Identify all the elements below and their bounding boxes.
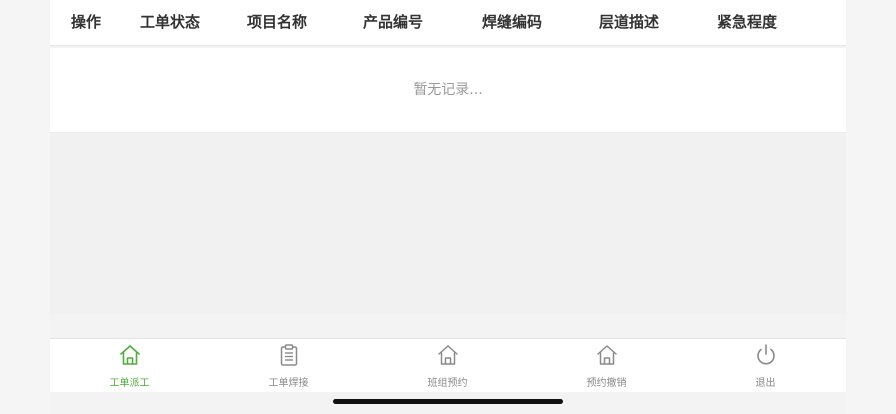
- empty-state-panel: 暂无记录...: [50, 48, 846, 133]
- home-icon: [437, 345, 458, 365]
- column-header-urgency[interactable]: 紧急程度: [717, 0, 777, 45]
- column-header-actions[interactable]: 操作: [71, 0, 101, 45]
- home-icon: [596, 345, 617, 365]
- column-header-project-name[interactable]: 项目名称: [247, 0, 307, 45]
- home-indicator[interactable]: [333, 399, 563, 404]
- tab-cancel-booking[interactable]: 预约撤销: [527, 339, 686, 392]
- column-header-layer-description[interactable]: 层道描述: [599, 0, 659, 45]
- tab-team-booking[interactable]: 班组预约: [368, 339, 527, 392]
- tab-label: 预约撤销: [586, 378, 627, 389]
- tab-label: 工单焊接: [268, 378, 309, 389]
- tab-work-order-dispatch[interactable]: 工单派工: [50, 339, 209, 392]
- page: 操作 工单状态 项目名称 产品编号 焊缝编码 层道描述 紧急程度 暂无记录...…: [50, 0, 846, 414]
- column-header-status[interactable]: 工单状态: [140, 0, 200, 45]
- power-icon: [756, 344, 775, 365]
- column-header-product-number[interactable]: 产品编号: [363, 0, 423, 45]
- tab-logout[interactable]: 退出: [686, 339, 845, 392]
- bottom-tab-bar: 工单派工 工单焊接 班组预约 预约撤销 退出: [50, 338, 846, 392]
- empty-state-text: 暂无记录...: [413, 82, 483, 98]
- tab-label: 班组预约: [427, 378, 468, 389]
- content-area: [50, 133, 846, 313]
- tab-label: 工单派工: [109, 378, 150, 389]
- clipboard-icon: [280, 344, 297, 366]
- tab-work-order-welding[interactable]: 工单焊接: [209, 339, 368, 392]
- home-icon: [119, 345, 140, 365]
- tab-label: 退出: [755, 378, 776, 389]
- table-header: 操作 工单状态 项目名称 产品编号 焊缝编码 层道描述 紧急程度: [50, 0, 846, 46]
- column-header-weld-code[interactable]: 焊缝编码: [482, 0, 542, 45]
